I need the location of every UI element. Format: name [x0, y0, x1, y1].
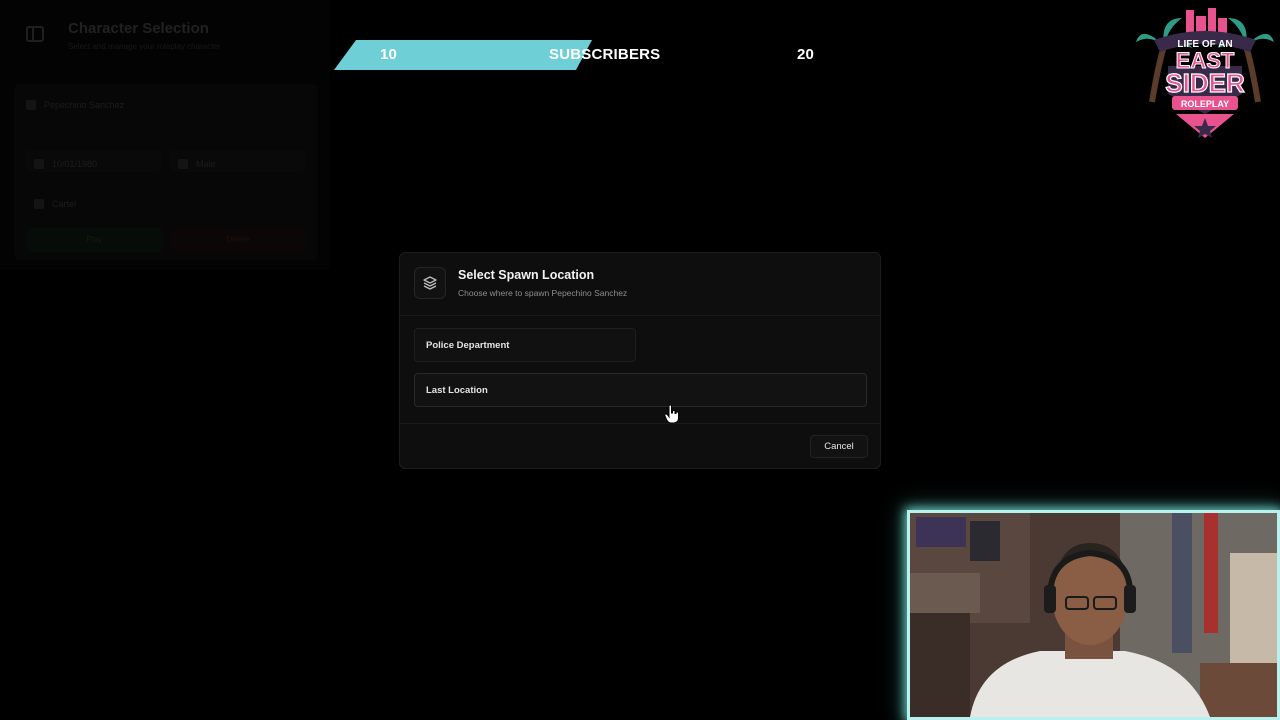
character-job: Cartel — [52, 198, 77, 209]
layers-icon — [414, 267, 446, 299]
character-job-row: Cartel — [26, 190, 306, 212]
calendar-icon — [34, 158, 44, 169]
location-police-department-button[interactable]: Police Department — [414, 328, 636, 362]
location-label: Police Department — [426, 340, 510, 351]
location-last-location-button[interactable]: Last Location — [414, 373, 867, 407]
goal-label: SUBSCRIBERS — [549, 46, 661, 63]
delete-button[interactable]: Delete — [170, 228, 306, 252]
sidebar-toggle-icon[interactable] — [26, 26, 44, 42]
webcam-feed-image — [910, 513, 1277, 717]
character-selection-subtitle: Select and manage your roleplay characte… — [68, 42, 221, 51]
goal-target-count: 20 — [797, 46, 815, 63]
character-card[interactable]: Pepechino Sanchez 10/01/1980 Male Cartel… — [14, 84, 318, 260]
modal-title: Select Spawn Location — [458, 268, 595, 282]
spawn-location-modal: Select Spawn Location Choose where to sp… — [399, 252, 881, 469]
game-screen: Character Selection Select and manage yo… — [0, 0, 1280, 720]
hand-cursor-icon — [664, 404, 680, 424]
goal-start-count: 10 — [380, 46, 398, 63]
modal-subtitle: Choose where to spawn Pepechino Sanchez — [458, 288, 628, 298]
character-name-row: Pepechino Sanchez — [26, 96, 124, 110]
webcam-overlay — [907, 510, 1280, 720]
subscriber-goal-bar: 10 SUBSCRIBERS 20 — [334, 40, 820, 70]
character-selection-header: Character Selection Select and manage yo… — [26, 18, 316, 62]
modal-footer: Cancel — [400, 423, 880, 470]
play-button[interactable]: Play — [26, 228, 162, 252]
dob-field: 10/01/1980 — [26, 150, 162, 172]
character-info-row: 10/01/1980 Male — [26, 150, 306, 172]
character-gender: Male — [196, 158, 216, 169]
character-selection-panel: Character Selection Select and manage yo… — [0, 0, 330, 270]
gender-icon — [178, 158, 188, 169]
gender-field: Male — [170, 150, 306, 172]
east-sider-roleplay-logo: LIFE OF AN EAST SIDER ROLEPLAY — [1134, 6, 1276, 140]
logo-line4: ROLEPLAY — [1181, 99, 1229, 109]
cancel-button[interactable]: Cancel — [810, 435, 868, 458]
character-selection-title: Character Selection — [68, 20, 209, 37]
location-label: Last Location — [426, 385, 488, 396]
character-dob: 10/01/1980 — [52, 158, 98, 169]
user-icon — [26, 99, 36, 110]
logo-line3: SIDER — [1165, 68, 1245, 98]
modal-header: Select Spawn Location Choose where to sp… — [400, 253, 880, 316]
character-name: Pepechino Sanchez — [44, 99, 125, 110]
briefcase-icon — [34, 198, 44, 209]
